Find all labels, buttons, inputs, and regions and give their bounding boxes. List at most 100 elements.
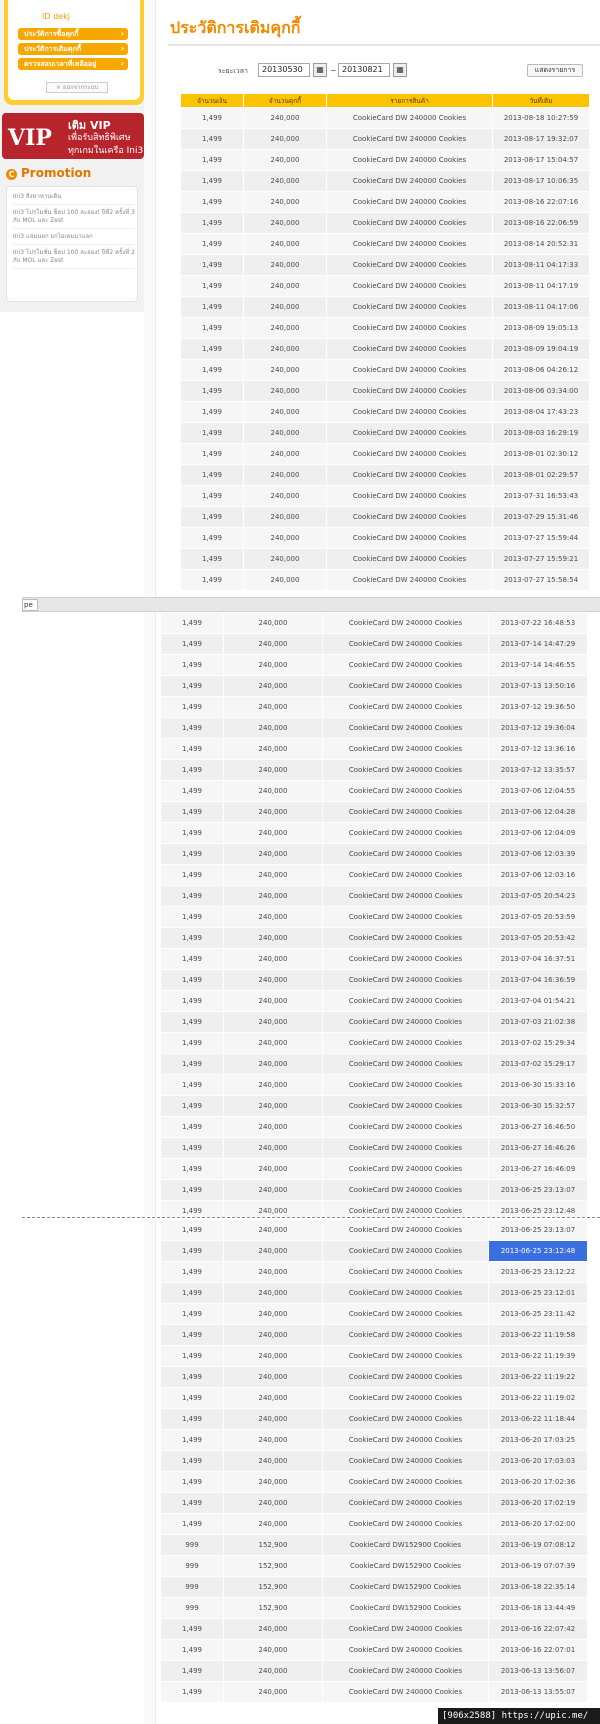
cell-date: 2013-06-27 16:46:50	[488, 1116, 588, 1138]
menu-purchase-history[interactable]: ประวัติการซื้อคุกกี้ ›	[18, 28, 128, 40]
table-row: 1,499 240,000 CookieCard DW 240000 Cookies…	[160, 864, 588, 886]
cell-cookies: 240,000	[223, 1095, 323, 1117]
cell-cookies: 240,000	[243, 548, 327, 570]
cell-cookies: 240,000	[223, 1116, 323, 1138]
cell-cookies: 240,000	[223, 1639, 323, 1661]
table-row: 1,499 240,000 CookieCard DW 240000 Cookies…	[180, 233, 590, 255]
cell-product: CookieCard DW 240000 Cookies	[326, 359, 493, 381]
cell-date: 2013-07-06 12:04:09	[488, 822, 588, 844]
cell-product: CookieCard DW 240000 Cookies	[322, 1471, 489, 1493]
table-row: 1,499 240,000 CookieCard DW 240000 Cookies…	[180, 464, 590, 486]
cell-date: 2013-06-16 22:07:01	[488, 1639, 588, 1661]
cell-date: 2013-07-06 12:04:28	[488, 801, 588, 823]
cell-product: CookieCard DW 240000 Cookies	[326, 338, 493, 360]
cell-cookies: 240,000	[223, 1618, 323, 1640]
cell-cookies: 240,000	[223, 843, 323, 865]
cell-product: CookieCard DW 240000 Cookies	[322, 1053, 489, 1075]
cell-product: CookieCard DW 240000 Cookies	[326, 506, 493, 528]
cell-amount: 1,499	[160, 738, 224, 760]
menu-topup-history[interactable]: ประวัติการเติมคุกกี้ ›	[18, 43, 128, 55]
table-row: 1,499 240,000 CookieCard DW 240000 Cookies…	[160, 906, 588, 928]
table-row: 1,499 240,000 CookieCard DW 240000 Cookies…	[160, 1387, 588, 1409]
account-panel: ID dekj ประวัติการซื้อคุกกี้ › ประวัติการ…	[4, 0, 144, 105]
cell-date: 2013-06-19 07:08:12	[488, 1534, 588, 1556]
cell-cookies: 240,000	[243, 401, 327, 423]
cell-product: CookieCard DW 240000 Cookies	[322, 1158, 489, 1180]
cell-amount: 1,499	[180, 548, 244, 570]
cell-product: CookieCard DW 240000 Cookies	[322, 1137, 489, 1159]
cell-amount: 1,499	[180, 464, 244, 486]
cell-date: 2013-07-05 20:53:59	[488, 906, 588, 928]
table-row: 1,499 240,000 CookieCard DW 240000 Cookies…	[180, 548, 590, 570]
date-to-input[interactable]: 20130821	[338, 63, 390, 77]
table-row: 1,499 240,000 CookieCard DW 240000 Cookies…	[180, 569, 590, 591]
table-row: 1,499 240,000 CookieCard DW 240000 Cookies…	[180, 317, 590, 339]
cell-date: 2013-06-22 11:19:39	[488, 1345, 588, 1367]
cell-cookies: 240,000	[223, 633, 323, 655]
cell-amount: 1,499	[160, 948, 224, 970]
cell-product: CookieCard DW 240000 Cookies	[326, 422, 493, 444]
cell-amount: 1,499	[180, 170, 244, 192]
promotion-link[interactable]: Ini3 แจ่มนอก ยกไอเทมมาแจก	[13, 233, 135, 245]
cell-amount: 1,499	[160, 822, 224, 844]
table-row: 1,499 240,000 CookieCard DW 240000 Cookies…	[160, 738, 588, 760]
cell-amount: 1,499	[180, 233, 244, 255]
table-row: 1,499 240,000 CookieCard DW 240000 Cookies…	[160, 1345, 588, 1367]
cell-date: 2013-07-06 12:03:16	[488, 864, 588, 886]
calendar-icon[interactable]: ▦	[393, 63, 407, 77]
cell-date: 2013-06-22 11:19:02	[488, 1387, 588, 1409]
cell-product: CookieCard DW 240000 Cookies	[326, 464, 493, 486]
promotion-link[interactable]: Ini3 โปรโมชั่น ช็อป 100 ละออง! ปีที่2 คร…	[13, 249, 135, 269]
table-body: 1,499 240,000 CookieCard DW 240000 Cookies…	[180, 107, 590, 591]
cell-date: 2013-08-04 17:43:23	[492, 401, 590, 423]
show-list-button[interactable]: แสดงรายการ	[527, 64, 583, 77]
cell-cookies: 240,000	[223, 1471, 323, 1493]
toolbar-text-box[interactable]: pe	[22, 599, 38, 611]
cell-date: 2013-08-18 10:27:59	[492, 107, 590, 129]
menu-remaining-time[interactable]: ตรวจสอบเวลาที่เหลืออยู่ ›	[18, 58, 128, 70]
cell-product: CookieCard DW 240000 Cookies	[322, 927, 489, 949]
cell-product: CookieCard DW 240000 Cookies	[322, 1513, 489, 1535]
cell-cookies: 240,000	[243, 422, 327, 444]
cell-cookies: 240,000	[223, 990, 323, 1012]
cell-cookies: 240,000	[223, 759, 323, 781]
cell-cookies: 240,000	[243, 275, 327, 297]
logout-button[interactable]: × ออกจากระบบ	[46, 82, 108, 93]
cell-product: CookieCard DW 240000 Cookies	[322, 1219, 489, 1241]
cell-product: CookieCard DW 240000 Cookies	[322, 759, 489, 781]
cell-cookies: 240,000	[243, 485, 327, 507]
date-from-input[interactable]: 20130530	[258, 63, 310, 77]
vip-banner[interactable]: VIP เติม VIP เพื่อรับสิทธิพิเศษ ทุกเกมใน…	[2, 113, 144, 159]
cell-amount: 1,499	[180, 401, 244, 423]
table-row: 1,499 240,000 CookieCard DW 240000 Cookies…	[180, 191, 590, 213]
cell-amount: 1,499	[160, 1618, 224, 1640]
cell-date: 2013-06-18 13:44:49	[488, 1597, 588, 1619]
cell-date: 2013-06-25 23:12:48	[488, 1240, 588, 1262]
table-row: 999 152,900 CookieCard DW152900 Cookies 201…	[160, 1534, 588, 1556]
cell-cookies: 152,900	[223, 1576, 323, 1598]
cell-date: 2013-06-20 17:03:25	[488, 1429, 588, 1451]
cell-product: CookieCard DW 240000 Cookies	[326, 527, 493, 549]
cell-amount: 1,499	[180, 338, 244, 360]
cell-cookies: 240,000	[223, 1450, 323, 1472]
cell-date: 2013-07-12 19:36:50	[488, 696, 588, 718]
promotion-link[interactable]: Ini3 โปรโมชั่น ช็อป 100 ละออง! ปีที่2 คร…	[13, 209, 135, 229]
cell-product: CookieCard DW 240000 Cookies	[322, 612, 489, 634]
cell-cookies: 240,000	[223, 1240, 323, 1262]
cell-date: 2013-06-20 17:03:03	[488, 1450, 588, 1472]
cell-cookies: 240,000	[223, 675, 323, 697]
calendar-icon[interactable]: ▦	[313, 63, 327, 77]
cell-cookies: 240,000	[243, 296, 327, 318]
cell-date: 2013-07-27 15:58:54	[492, 569, 590, 591]
cell-amount: 1,499	[160, 1053, 224, 1075]
cell-cookies: 240,000	[223, 1158, 323, 1180]
cell-amount: 1,499	[160, 1095, 224, 1117]
table-row: 1,499 240,000 CookieCard DW 240000 Cookies…	[160, 990, 588, 1012]
promotion-link[interactable]: Ini3 สิ่งหาหานเดิน	[13, 193, 135, 205]
cell-product: CookieCard DW 240000 Cookies	[322, 1408, 489, 1430]
cell-cookies: 240,000	[223, 969, 323, 991]
cell-amount: 1,499	[180, 254, 244, 276]
table-row: 1,499 240,000 CookieCard DW 240000 Cookies…	[160, 1429, 588, 1451]
promotion-list: Ini3 สิ่งหาหานเดิน Ini3 โปรโมชั่น ช็อป 1…	[6, 186, 138, 302]
cell-product: CookieCard DW 240000 Cookies	[326, 212, 493, 234]
